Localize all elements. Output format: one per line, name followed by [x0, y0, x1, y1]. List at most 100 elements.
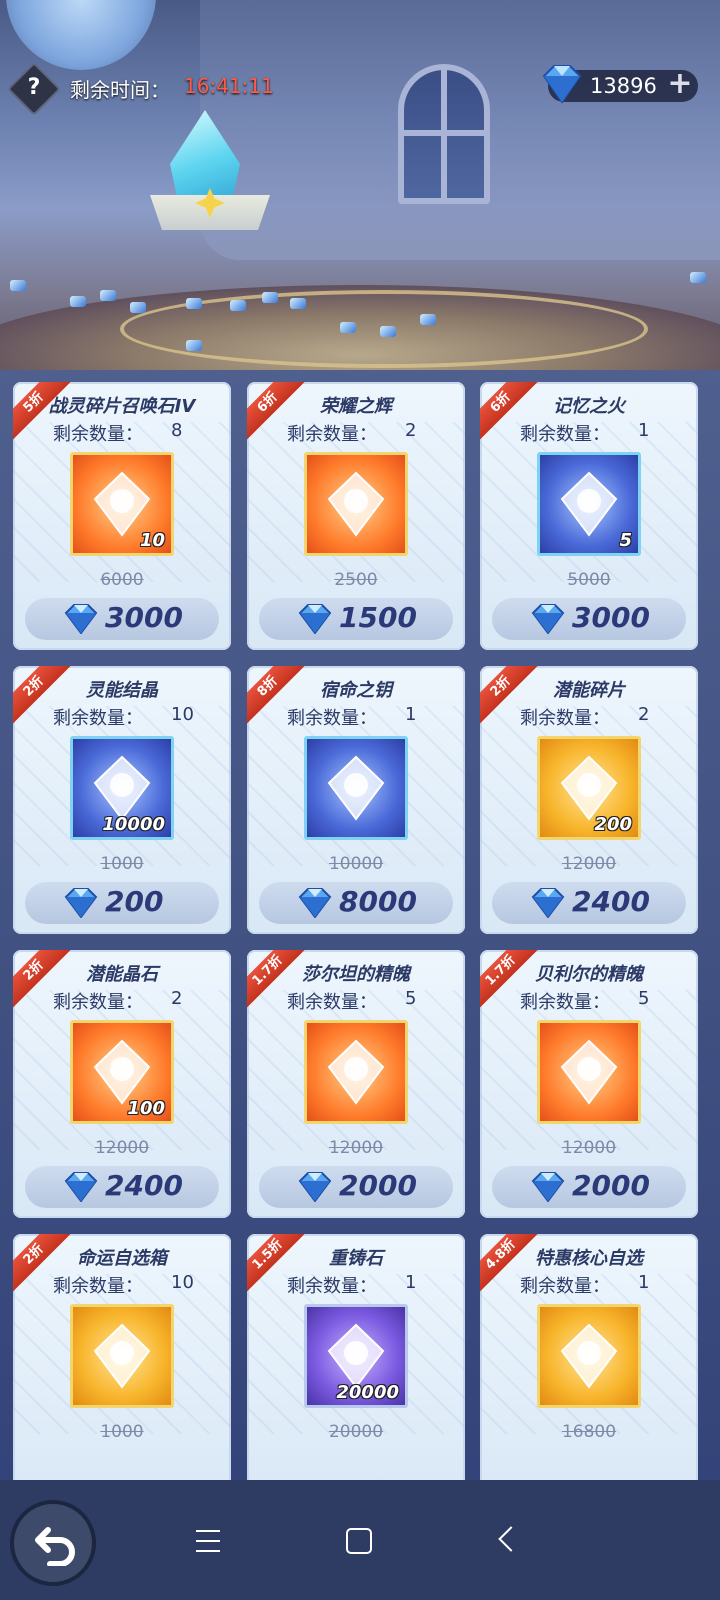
- original-price: 6000: [100, 570, 144, 590]
- spirit-orb-icon: [327, 1039, 385, 1105]
- remaining-label: 剩余数量：: [53, 992, 143, 1013]
- rosette-window: [6, 0, 156, 70]
- arched-window: [398, 64, 490, 204]
- shop-item-card[interactable]: 1.5折 重铸石 剩余数量： 1 20000 20000: [247, 1234, 465, 1502]
- item-icon-frame[interactable]: [537, 1020, 641, 1124]
- buy-button[interactable]: 8000: [259, 882, 453, 924]
- item-icon-frame[interactable]: 200: [537, 736, 641, 840]
- buy-button[interactable]: 2000: [259, 1166, 453, 1208]
- buy-button[interactable]: 3000: [25, 598, 219, 640]
- item-name: 战灵碎片召唤石IV: [48, 396, 196, 417]
- remaining-label: 剩余数量：: [520, 992, 610, 1013]
- item-icon-frame[interactable]: [304, 736, 408, 840]
- item-icon-frame[interactable]: 10: [70, 452, 174, 556]
- original-price: 1000: [100, 1422, 144, 1442]
- remaining-label: 剩余数量：: [53, 708, 143, 729]
- item-name: 潜能晶石: [86, 964, 158, 985]
- crystal-trophy-icon: [150, 110, 270, 300]
- remaining-count: 2: [638, 704, 650, 725]
- remaining-count: 2: [171, 988, 183, 1009]
- buy-button[interactable]: 1500: [259, 598, 453, 640]
- item-name: 贝利尔的精魄: [535, 964, 643, 985]
- item-icon-frame[interactable]: [537, 1304, 641, 1408]
- home-icon[interactable]: [346, 1528, 372, 1554]
- original-price: 1000: [100, 854, 144, 874]
- original-price: 12000: [94, 1138, 150, 1158]
- banner-scene: [0, 0, 720, 380]
- core-card-icon: [560, 1323, 618, 1389]
- shop-item-card[interactable]: 1.7折 莎尔坦的精魄 剩余数量： 5 12000 2000: [247, 950, 465, 1218]
- buy-button[interactable]: 200: [25, 882, 219, 924]
- timer-label: 剩余时间：: [70, 78, 170, 102]
- remaining-count: 10: [171, 704, 194, 725]
- return-button[interactable]: [10, 1500, 96, 1586]
- sale-price: 1500: [339, 601, 417, 634]
- sale-price: 2400: [572, 885, 650, 918]
- item-icon-frame[interactable]: 20000: [304, 1304, 408, 1408]
- original-price: 10000: [328, 854, 384, 874]
- buy-button[interactable]: 2000: [492, 1166, 686, 1208]
- item-name: 特惠核心自选: [535, 1248, 643, 1269]
- remaining-count: 5: [405, 988, 417, 1009]
- item-icon-frame[interactable]: [304, 452, 408, 556]
- chest-icon: [93, 1323, 151, 1389]
- original-price: 20000: [328, 1422, 384, 1442]
- shop-item-card[interactable]: 2折 潜能晶石 剩余数量： 2 100 12000 2400: [13, 950, 231, 1218]
- shop-item-card[interactable]: 2折 潜能碎片 剩余数量： 2 200 12000 2400: [480, 666, 698, 934]
- question-icon[interactable]: ?: [15, 70, 53, 108]
- return-arrow-icon: [35, 1527, 75, 1566]
- original-price: 12000: [561, 854, 617, 874]
- item-icon-frame[interactable]: 10000: [70, 736, 174, 840]
- flame-icon: [560, 471, 618, 537]
- item-icon-frame[interactable]: [304, 1020, 408, 1124]
- buy-button[interactable]: 2400: [25, 1166, 219, 1208]
- item-name: 宿命之钥: [320, 680, 392, 701]
- remaining-label: 剩余数量：: [287, 424, 377, 445]
- sale-price: 2000: [572, 1169, 650, 1202]
- shop-item-card[interactable]: 2折 灵能结晶 剩余数量： 10 10000 1000 200: [13, 666, 231, 934]
- item-icon-frame[interactable]: 5: [537, 452, 641, 556]
- remaining-count: 5: [638, 988, 650, 1009]
- red-spirit-orb-icon: [560, 1039, 618, 1105]
- item-name: 莎尔坦的精魄: [302, 964, 410, 985]
- sale-price: 3000: [105, 601, 183, 634]
- remaining-count: 1: [405, 1272, 417, 1293]
- sale-price: 2000: [339, 1169, 417, 1202]
- original-price: 16800: [561, 1422, 617, 1442]
- remaining-label: 剩余数量：: [287, 992, 377, 1013]
- shop-item-card[interactable]: 6折 记忆之火 剩余数量： 1 5 5000 3000: [480, 382, 698, 650]
- menu-icon[interactable]: [196, 1530, 220, 1552]
- remaining-count: 1: [638, 420, 650, 441]
- buy-button[interactable]: 2400: [492, 882, 686, 924]
- item-name: 灵能结晶: [86, 680, 158, 701]
- item-name: 荣耀之辉: [320, 396, 392, 417]
- sale-price: 8000: [339, 885, 417, 918]
- remaining-label: 剩余数量：: [520, 1276, 610, 1297]
- remaining-label: 剩余数量：: [287, 1276, 377, 1297]
- item-quantity: 20000: [336, 1382, 399, 1403]
- shop-item-card[interactable]: 1.7折 贝利尔的精魄 剩余数量： 5 12000 2000: [480, 950, 698, 1218]
- buy-button[interactable]: 3000: [492, 598, 686, 640]
- item-icon-frame[interactable]: 100: [70, 1020, 174, 1124]
- shop-item-card[interactable]: 6折 荣耀之辉 剩余数量： 2 2500 1500: [247, 382, 465, 650]
- remaining-count: 2: [405, 420, 417, 441]
- item-icon-frame[interactable]: [70, 1304, 174, 1408]
- item-quantity: 10: [139, 530, 165, 551]
- original-price: 12000: [328, 1138, 384, 1158]
- item-name: 记忆之火: [553, 396, 625, 417]
- shop-item-card[interactable]: 8折 宿命之钥 剩余数量： 1 10000 8000: [247, 666, 465, 934]
- key-icon: [327, 755, 385, 821]
- currency-value: 13896: [590, 74, 657, 98]
- diamond-icon: [298, 888, 332, 918]
- remaining-count: 10: [171, 1272, 194, 1293]
- item-quantity: 200: [594, 814, 632, 835]
- diamond-icon: [531, 604, 565, 634]
- remaining-label: 剩余数量：: [287, 708, 377, 729]
- diamond-icon: [64, 604, 98, 634]
- shop-item-card[interactable]: 2折 命运自选箱 剩余数量： 10 1000: [13, 1234, 231, 1502]
- shop-item-card[interactable]: 5折 战灵碎片召唤石IV 剩余数量： 8 10 6000 3000: [13, 382, 231, 650]
- original-price: 5000: [567, 570, 611, 590]
- plus-icon[interactable]: +: [666, 68, 694, 100]
- shop-item-card[interactable]: 4.8折 特惠核心自选 剩余数量： 1 16800: [480, 1234, 698, 1502]
- remaining-count: 8: [171, 420, 183, 441]
